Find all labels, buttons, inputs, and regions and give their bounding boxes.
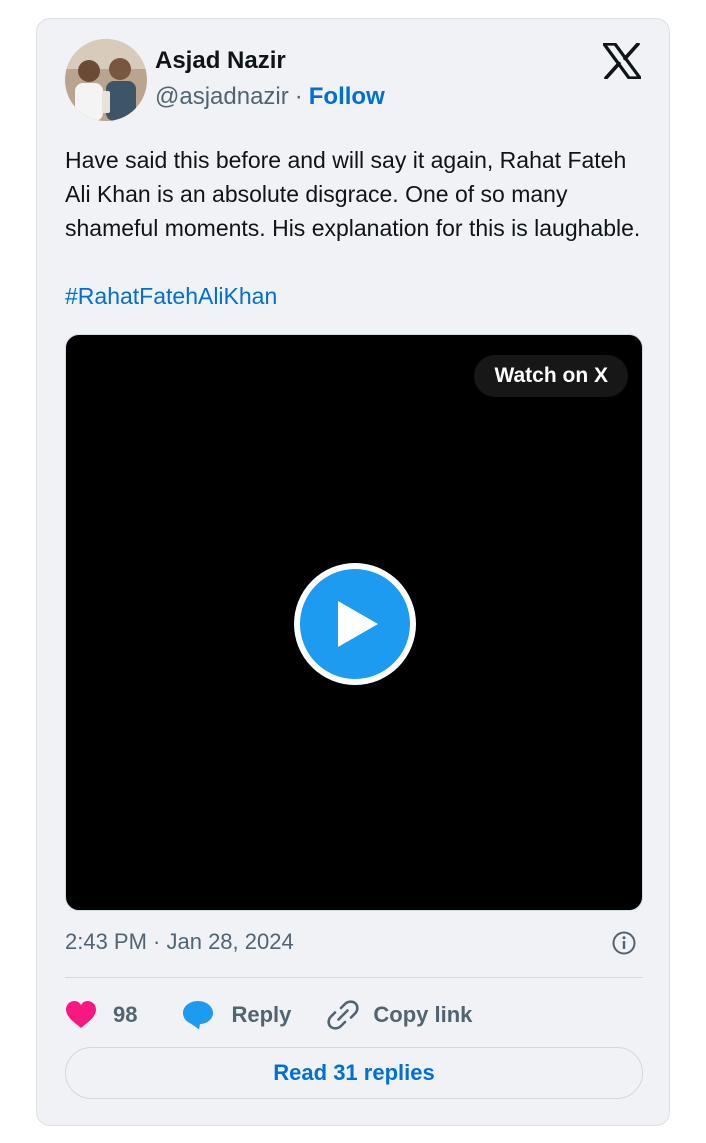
like-button[interactable]: 98 — [65, 1000, 137, 1030]
reply-label: Reply — [231, 1002, 292, 1027]
play-button[interactable] — [294, 563, 416, 685]
x-logo-icon[interactable] — [602, 42, 642, 80]
author-handle-row: @asjadnazir · Follow — [155, 83, 385, 111]
author-name[interactable]: Asjad Nazir — [155, 47, 286, 75]
follow-button[interactable]: Follow — [309, 83, 385, 111]
like-count: 98 — [113, 1002, 138, 1027]
watch-on-x-button[interactable]: Watch on X — [474, 355, 628, 397]
divider — [65, 977, 643, 978]
reply-button[interactable]: Reply — [181, 999, 291, 1031]
avatar[interactable] — [65, 39, 147, 121]
author-handle[interactable]: @asjadnazir — [155, 83, 289, 111]
timestamp[interactable]: 2:43 PM · Jan 28, 2024 — [65, 929, 294, 955]
tweet-card: Asjad Nazir @asjadnazir · Follow Have sa… — [36, 18, 670, 1126]
hashtag-link[interactable]: #RahatFatehAliKhan — [65, 279, 277, 313]
separator: · — [294, 83, 303, 110]
tweet-text: Have said this before and will say it ag… — [65, 147, 641, 241]
reply-bubble-icon — [183, 1001, 214, 1030]
info-icon[interactable] — [611, 930, 637, 956]
copy-link-button[interactable]: Copy link — [327, 999, 472, 1031]
play-icon — [338, 601, 378, 647]
copy-link-label: Copy link — [373, 1002, 473, 1027]
link-icon — [327, 1000, 360, 1030]
heart-icon — [66, 1001, 96, 1028]
read-replies-button[interactable]: Read 31 replies — [65, 1047, 643, 1099]
video-player[interactable]: Watch on X — [65, 334, 643, 911]
action-bar: 98 Reply Copy link — [65, 995, 472, 1035]
